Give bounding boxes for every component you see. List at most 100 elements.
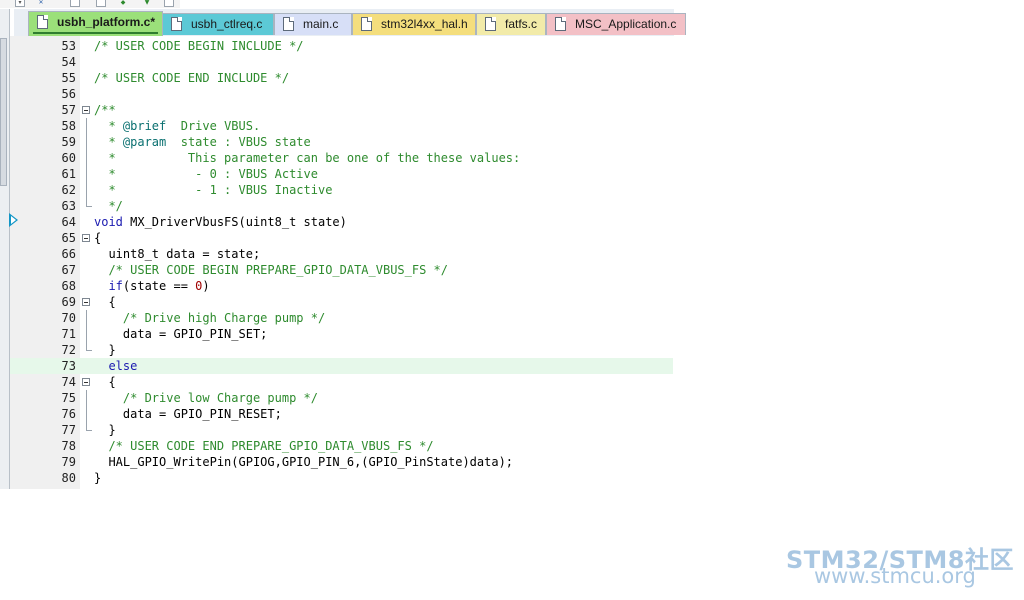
code-text: void MX_DriverVbusFS(uint8_t state) [94,215,347,229]
line-number: 73 [61,359,76,373]
code-line[interactable]: 64 void MX_DriverVbusFS(uint8_t state) [10,214,673,230]
line-number: 75 [61,391,76,405]
file-icon [361,17,372,31]
tab-label: usbh_platform.c* [57,15,156,29]
code-text: /* Drive low Charge pump */ [94,391,318,405]
code-line[interactable]: 76 data = GPIO_PIN_RESET; [10,406,673,422]
code-line[interactable]: 74 { [10,374,673,390]
tab-fatfs-c[interactable]: fatfs.c [476,13,546,35]
line-number: 66 [61,247,76,261]
fold-collapse-icon[interactable] [82,234,90,242]
fold-collapse-icon[interactable] [82,378,90,386]
code-line[interactable]: 61 * - 0 : VBUS Active [10,166,673,182]
code-line[interactable]: 63 */ [10,198,673,214]
line-number: 55 [61,71,76,85]
line-number: 77 [61,423,76,437]
code-line[interactable]: 54 [10,54,673,70]
code-line[interactable]: 55 /* USER CODE END INCLUDE */ [10,70,673,86]
line-number: 79 [61,455,76,469]
tab-label: fatfs.c [505,17,538,31]
code-text: /* Drive high Charge pump */ [94,311,326,325]
code-line[interactable]: 78 /* USER CODE END PREPARE_GPIO_DATA_VB… [10,438,673,454]
code-text: /* USER CODE END INCLUDE */ [94,71,290,85]
line-number: 68 [61,279,76,293]
code-line[interactable]: 68 if(state == 0) [10,278,673,294]
line-number: 61 [61,167,76,181]
tab-msc-application-c[interactable]: MSC_Application.c [546,13,686,35]
code-line[interactable]: 71 data = GPIO_PIN_SET; [10,326,673,342]
line-number: 72 [61,343,76,357]
code-line[interactable]: 72 } [10,342,673,358]
code-line[interactable]: 59 * @param state : VBUS state [10,134,673,150]
tab-usbh-platform-c[interactable]: usbh_platform.c* [28,11,163,36]
fold-line [86,118,87,134]
fold-line [86,182,87,198]
code-line[interactable]: 65 { [10,230,673,246]
code-line[interactable]: 77 } [10,422,673,438]
vertical-scrollbar[interactable] [0,38,7,186]
tab-stm32l4xx-hal-h[interactable]: stm32l4xx_hal.h [352,13,476,35]
code-line[interactable]: 75 /* Drive low Charge pump */ [10,390,673,406]
line-number: 58 [61,119,76,133]
code-line[interactable]: 73 else [10,358,673,374]
line-number: 74 [61,375,76,389]
fold-end-marker [86,342,92,351]
code-text: /* USER CODE BEGIN INCLUDE */ [94,39,304,53]
line-number: 64 [61,215,76,229]
fold-line [86,134,87,150]
debug-icon[interactable] [164,0,174,7]
code-text: } [94,471,102,485]
build-icon[interactable]: ✕ [36,0,46,7]
code-line[interactable]: 79 HAL_GPIO_WritePin(GPIOG,GPIO_PIN_6,(G… [10,454,673,470]
line-number: 56 [61,87,76,101]
code-text: */ [94,199,123,213]
fold-collapse-icon[interactable] [82,106,90,114]
code-text: { [94,295,116,309]
code-text: } [94,343,116,357]
code-line[interactable]: 60 * This parameter can be one of the th… [10,150,673,166]
code-line[interactable]: 56 [10,86,673,102]
page-icon[interactable] [96,0,106,7]
line-number: 70 [61,311,76,325]
window-icon[interactable] [70,0,80,7]
line-number: 60 [61,151,76,165]
line-number: 54 [61,55,76,69]
fold-collapse-icon[interactable] [82,298,90,306]
code-text: * - 1 : VBUS Inactive [94,183,333,197]
fold-line [86,310,87,326]
diamond-icon[interactable]: ◆ [118,0,128,7]
line-number: 67 [61,263,76,277]
dropdown-icon[interactable]: ▾ [15,0,25,7]
code-text: { [94,231,102,245]
code-line[interactable]: 58 * @brief Drive VBUS. [10,118,673,134]
code-text: * @param state : VBUS state [94,135,311,149]
code-line[interactable]: 80} [10,470,673,486]
code-text: /* USER CODE END PREPARE_GPIO_DATA_VBUS_… [94,439,434,453]
line-number: 62 [61,183,76,197]
code-text: /* USER CODE BEGIN PREPARE_GPIO_DATA_VBU… [94,263,449,277]
fold-end-marker [86,198,92,207]
code-text: { [94,375,116,389]
toolbar: ▾ ✕ ◆ ▼ [0,0,180,8]
tab-label: main.c [303,17,339,31]
tab-main-c[interactable]: main.c [274,13,352,35]
tab-usbh-ctlreq-c[interactable]: usbh_ctlreq.c [162,13,274,35]
code-line[interactable]: 70 /* Drive high Charge pump */ [10,310,673,326]
fold-line [86,326,87,342]
code-line[interactable]: 57 /** [10,102,673,118]
code-text: data = GPIO_PIN_SET; [94,327,268,341]
watermark-url: www.stmcu.org [814,564,976,588]
code-line[interactable]: 62 * - 1 : VBUS Inactive [10,182,673,198]
code-line[interactable]: 67 /* USER CODE BEGIN PREPARE_GPIO_DATA_… [10,262,673,278]
code-text: data = GPIO_PIN_RESET; [94,407,282,421]
code-text: * - 0 : VBUS Active [94,167,318,181]
code-line[interactable]: 69 { [10,294,673,310]
code-line[interactable]: 66 uint8_t data = state; [10,246,673,262]
code-line[interactable]: 53 /* USER CODE BEGIN INCLUDE */ [10,38,673,54]
tab-bar: usbh_platform.c* usbh_ctlreq.c main.c stm32… [14,9,686,36]
tab-label: MSC_Application.c [575,17,677,31]
download-icon[interactable]: ▼ [142,0,152,7]
code-editor[interactable]: 53 /* USER CODE BEGIN INCLUDE */ 54 55 /* US… [10,36,673,489]
fold-line [86,390,87,406]
code-text: uint8_t data = state; [94,247,261,261]
